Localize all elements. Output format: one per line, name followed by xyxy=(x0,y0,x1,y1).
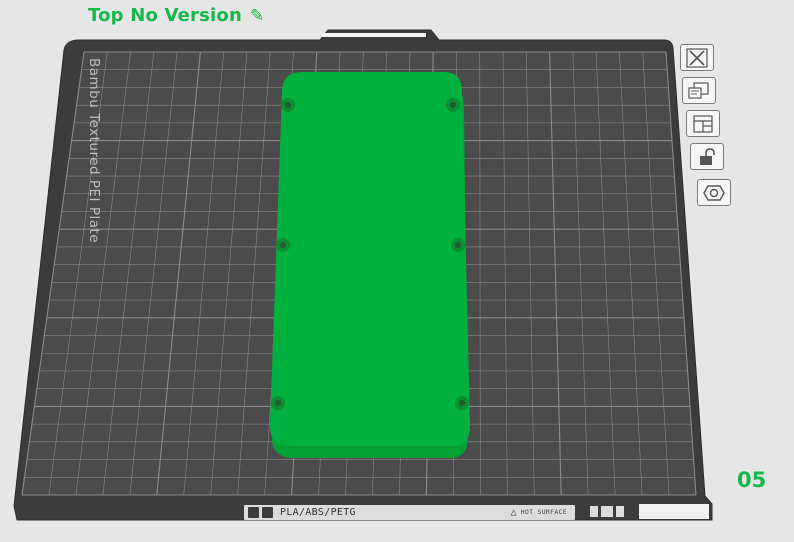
screw-hole-center xyxy=(449,101,457,109)
screw-hole-center xyxy=(458,399,466,407)
plate-settings-button[interactable] xyxy=(697,179,731,206)
screw-hole-center xyxy=(284,101,292,109)
build-plate-scene xyxy=(13,29,713,521)
plate-title-text: Top No Version xyxy=(88,5,242,26)
screw-hole-center xyxy=(274,399,282,407)
hot-surface-label: HOT SURFACE xyxy=(520,508,567,516)
warning-icon: △ xyxy=(510,507,517,518)
plate-title[interactable]: Top No Version ✎ xyxy=(88,5,264,26)
plate-footer-strip: PLA/ABS/PETG △ HOT SURFACE xyxy=(244,505,575,520)
lift-icon xyxy=(590,506,598,517)
plate-number: 05 xyxy=(737,468,767,492)
materials-label: PLA/ABS/PETG xyxy=(280,507,356,518)
screw-hole-center xyxy=(454,241,462,249)
plate-icon xyxy=(262,507,273,518)
plate-small-icon xyxy=(601,506,613,517)
plate-footer-icons xyxy=(590,506,624,517)
pencil-icon[interactable]: ✎ xyxy=(250,6,264,26)
orient-button[interactable] xyxy=(686,110,720,137)
printed-part xyxy=(270,72,470,458)
gear-icon xyxy=(703,184,725,201)
lift-icon-2 xyxy=(616,506,624,517)
plate-type-label: Bambu Textured PEI Plate xyxy=(86,58,102,244)
lock-button[interactable] xyxy=(690,143,724,170)
layout-icon xyxy=(693,114,713,133)
qr-icon xyxy=(248,507,259,518)
screw-hole-center xyxy=(279,241,287,249)
plate-notch xyxy=(322,33,426,37)
unlock-icon xyxy=(700,147,715,165)
arrange-button[interactable] xyxy=(682,77,716,104)
delete-plate-button[interactable] xyxy=(680,44,714,71)
close-icon xyxy=(686,47,708,68)
arrange-icon xyxy=(688,81,709,99)
plate-grip-tab xyxy=(639,504,709,519)
